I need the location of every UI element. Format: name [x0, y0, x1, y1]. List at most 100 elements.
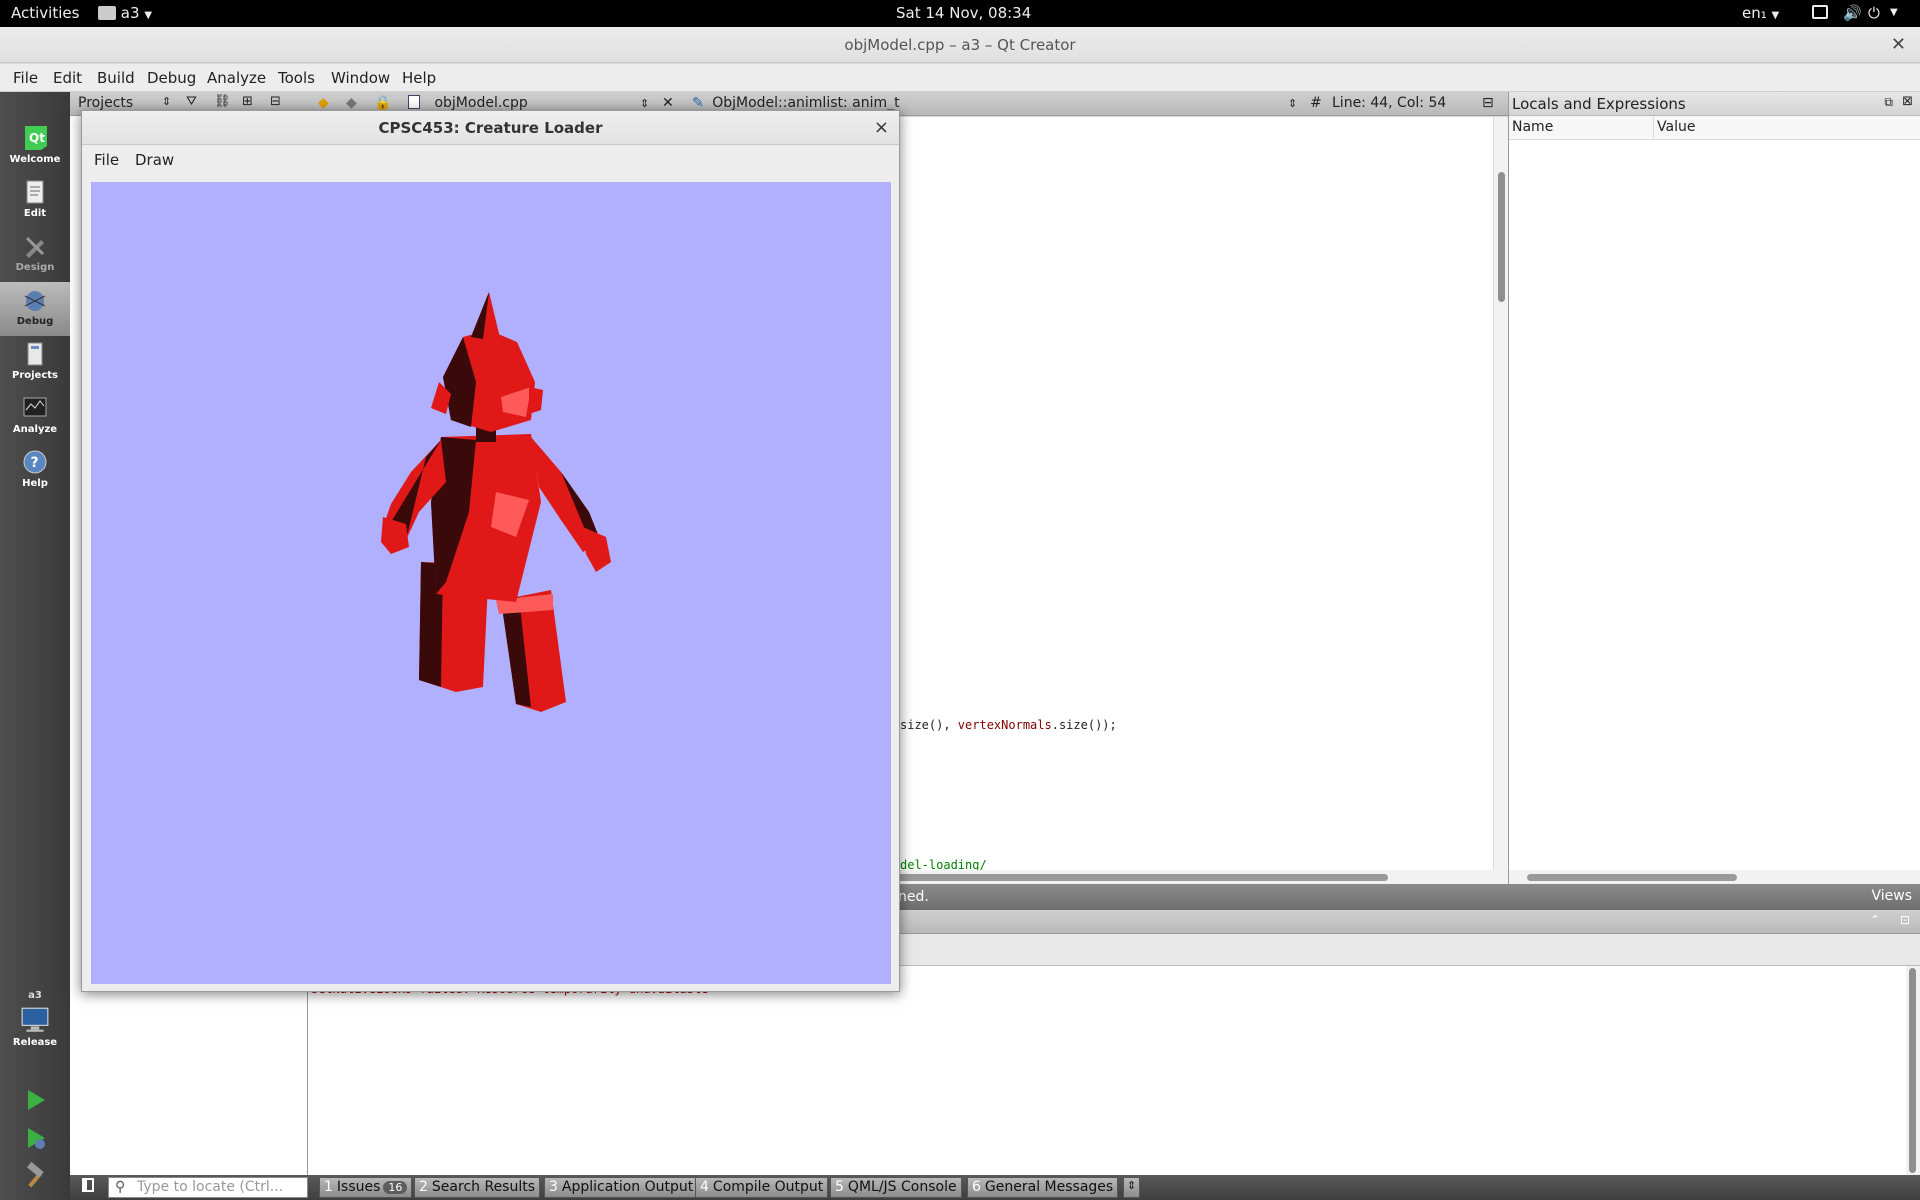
- activities-button[interactable]: Activities: [11, 4, 79, 22]
- scrollbar-thumb[interactable]: [1909, 968, 1916, 1173]
- close-pane-icon[interactable]: ⊟: [270, 94, 281, 109]
- tab-compile-output[interactable]: 4 Compile Output: [695, 1177, 829, 1198]
- chevron-down-icon: ▼: [144, 10, 153, 21]
- editor-vertical-scrollbar[interactable]: [1493, 117, 1508, 877]
- projects-pane-title[interactable]: Projects: [78, 95, 133, 111]
- kit-selector[interactable]: a3 Release: [0, 988, 70, 1058]
- kit-build-label: Release: [12, 1037, 58, 1048]
- current-symbol: ObjModel::animlist: anim_t: [712, 95, 900, 111]
- locals-column-headers: Name Value: [1509, 116, 1920, 140]
- mode-welcome[interactable]: Qt Welcome: [0, 120, 70, 174]
- debug-run-button[interactable]: [0, 1120, 70, 1156]
- search-icon: ⚲: [115, 1179, 126, 1195]
- clock[interactable]: Sat 14 Nov, 08:34: [896, 4, 1031, 22]
- tab-application-output[interactable]: 3 Application Output: [544, 1177, 699, 1198]
- application-output-pane[interactable]: setNativeLocks failed: Resource temporar…: [308, 966, 1912, 1175]
- sort-arrows-icon[interactable]: ⇕: [162, 95, 171, 108]
- kit-project-label: a3: [28, 990, 42, 1001]
- cursor-position[interactable]: Line: 44, Col: 54: [1332, 95, 1446, 111]
- mode-analyze[interactable]: Analyze: [0, 390, 70, 444]
- app-icon: [98, 6, 116, 20]
- scrollbar-thumb[interactable]: [1498, 172, 1505, 302]
- tab-issues[interactable]: 1 Issues 16: [319, 1177, 413, 1198]
- mode-analyze-label: Analyze: [12, 424, 58, 435]
- lock-icon[interactable]: 🔒: [374, 95, 391, 111]
- menu-debug[interactable]: Debug: [147, 69, 196, 87]
- mode-design[interactable]: Design: [0, 228, 70, 282]
- tab-search-results[interactable]: 2 Search Results: [414, 1177, 541, 1198]
- menu-help[interactable]: Help: [402, 69, 436, 87]
- filter-icon[interactable]: ⛛: [186, 94, 197, 109]
- chevron-down-icon[interactable]: ▼: [1890, 7, 1898, 18]
- tab-number: 5: [835, 1179, 844, 1195]
- menu-build[interactable]: Build: [97, 69, 135, 87]
- app-menu-file[interactable]: File: [94, 151, 119, 169]
- svg-text:Qt: Qt: [29, 131, 45, 145]
- toggle-sidebar-icon[interactable]: [82, 1178, 94, 1192]
- scrollbar-thumb[interactable]: [1527, 874, 1737, 881]
- menu-edit[interactable]: Edit: [53, 69, 82, 87]
- hammer-icon: [26, 1162, 44, 1188]
- symbol-selector-arrows-icon[interactable]: ⇕: [1288, 97, 1297, 110]
- debugger-status-text: ned.: [898, 889, 929, 905]
- output-scrollbar[interactable]: [1906, 966, 1920, 1175]
- more-tabs-arrows-icon[interactable]: ⇕: [1123, 1177, 1141, 1198]
- close-app-window-button[interactable]: ×: [874, 111, 889, 145]
- link-icon[interactable]: ⛓: [214, 94, 231, 109]
- menu-file[interactable]: File: [13, 69, 38, 87]
- locator-input[interactable]: ⚲ Type to locate (Ctrl...: [108, 1177, 308, 1198]
- mode-help[interactable]: ? Help: [0, 444, 70, 498]
- mode-welcome-label: Welcome: [9, 154, 61, 165]
- tab-qml-js-console[interactable]: 5 QML/JS Console: [830, 1177, 962, 1198]
- mode-debug[interactable]: Debug: [0, 282, 70, 336]
- app-menu[interactable]: a3 ▼: [98, 4, 152, 22]
- mode-design-label: Design: [15, 262, 55, 273]
- close-pane-icon[interactable]: ⊠: [1902, 94, 1913, 109]
- design-pen-icon: [25, 236, 45, 258]
- app-window-title-bar[interactable]: CPSC453: Creature Loader ×: [82, 111, 899, 145]
- split-editor-icon[interactable]: ⊟: [1482, 95, 1494, 111]
- app-window-title: CPSC453: Creature Loader: [378, 119, 603, 137]
- tab-label: Issues: [336, 1179, 381, 1195]
- scrollbar-thumb[interactable]: [868, 874, 1388, 881]
- forward-arrow-icon[interactable]: ◆: [346, 95, 357, 111]
- window-switch-icon[interactable]: [1812, 5, 1828, 19]
- keyboard-layout-label: en₁: [1742, 4, 1767, 22]
- tab-label: QML/JS Console: [847, 1179, 957, 1195]
- mode-projects[interactable]: Projects: [0, 336, 70, 390]
- split-icon[interactable]: ⊞: [242, 94, 253, 109]
- app-menu-draw[interactable]: Draw: [135, 151, 174, 169]
- menu-analyze[interactable]: Analyze: [207, 69, 266, 87]
- keyboard-layout-indicator[interactable]: en₁ ▼: [1742, 4, 1779, 22]
- file-selector-arrows-icon[interactable]: ⇕: [640, 97, 649, 110]
- collapse-up-icon[interactable]: ⌃: [1870, 913, 1880, 927]
- maximize-pane-icon[interactable]: ⊡: [1900, 913, 1910, 927]
- build-button[interactable]: [0, 1158, 70, 1194]
- run-button[interactable]: [0, 1082, 70, 1118]
- column-name[interactable]: Name: [1512, 119, 1553, 135]
- float-pane-icon[interactable]: ⧉: [1884, 95, 1893, 110]
- opengl-viewport[interactable]: [91, 182, 891, 984]
- close-file-button[interactable]: ✕: [662, 95, 674, 111]
- close-window-button[interactable]: ✕: [1891, 27, 1906, 63]
- svg-text:?: ?: [31, 455, 39, 471]
- column-value[interactable]: Value: [1657, 119, 1695, 135]
- power-icon[interactable]: ⏻: [1868, 4, 1880, 22]
- play-icon: [28, 1090, 45, 1110]
- cpp-file-icon: [408, 95, 420, 109]
- tab-general-messages[interactable]: 6 General Messages: [967, 1177, 1119, 1198]
- mode-selector: Qt Welcome Edit Design Debug Projects An…: [0, 92, 70, 1200]
- help-icon: ?: [23, 450, 47, 474]
- hash-icon[interactable]: #: [1310, 95, 1322, 111]
- views-button[interactable]: Views: [1871, 888, 1912, 904]
- locals-horizontal-scrollbar[interactable]: [1509, 870, 1920, 884]
- file-selector[interactable]: objModel.cpp: [408, 95, 528, 111]
- back-arrow-icon[interactable]: ◆: [318, 95, 329, 111]
- menu-window[interactable]: Window: [331, 69, 390, 87]
- menu-tools[interactable]: Tools: [278, 69, 315, 87]
- chevron-down-icon: ▼: [1771, 10, 1780, 21]
- symbol-selector[interactable]: ✎ ObjModel::animlist: anim_t: [692, 95, 900, 111]
- locals-header: Locals and Expressions ⧉ ⊠: [1509, 92, 1920, 116]
- volume-icon[interactable]: 🔊: [1843, 4, 1862, 22]
- mode-edit[interactable]: Edit: [0, 174, 70, 228]
